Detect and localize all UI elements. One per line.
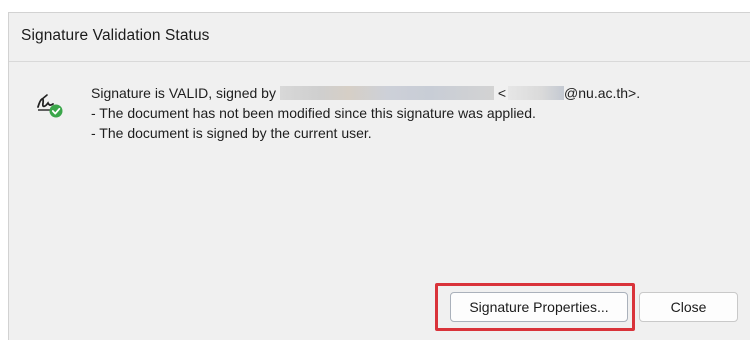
signature-validation-dialog: Signature Validation Status Signature is… (8, 12, 750, 340)
title-divider (9, 61, 750, 62)
redacted-signer-name (279, 86, 494, 100)
message-line-1: Signature is VALID, signed by < @nu.ac.th… (91, 83, 640, 103)
redacted-email-user (508, 86, 565, 100)
message-line-3: - The document is signed by the current … (91, 125, 372, 141)
validation-message: Signature is VALID, signed by < @nu.ac.th… (91, 83, 640, 143)
email-open-bracket: < (493, 85, 507, 101)
signature-properties-button[interactable]: Signature Properties... (450, 292, 628, 322)
signature-valid-icon (35, 93, 65, 119)
dialog-title: Signature Validation Status (21, 27, 210, 44)
email-domain-text: @nu.ac.th>. (564, 85, 641, 101)
valid-signed-by-text: Signature is VALID, signed by (91, 85, 276, 101)
message-line-2: - The document has not been modified sin… (91, 105, 536, 121)
close-button[interactable]: Close (639, 292, 738, 322)
